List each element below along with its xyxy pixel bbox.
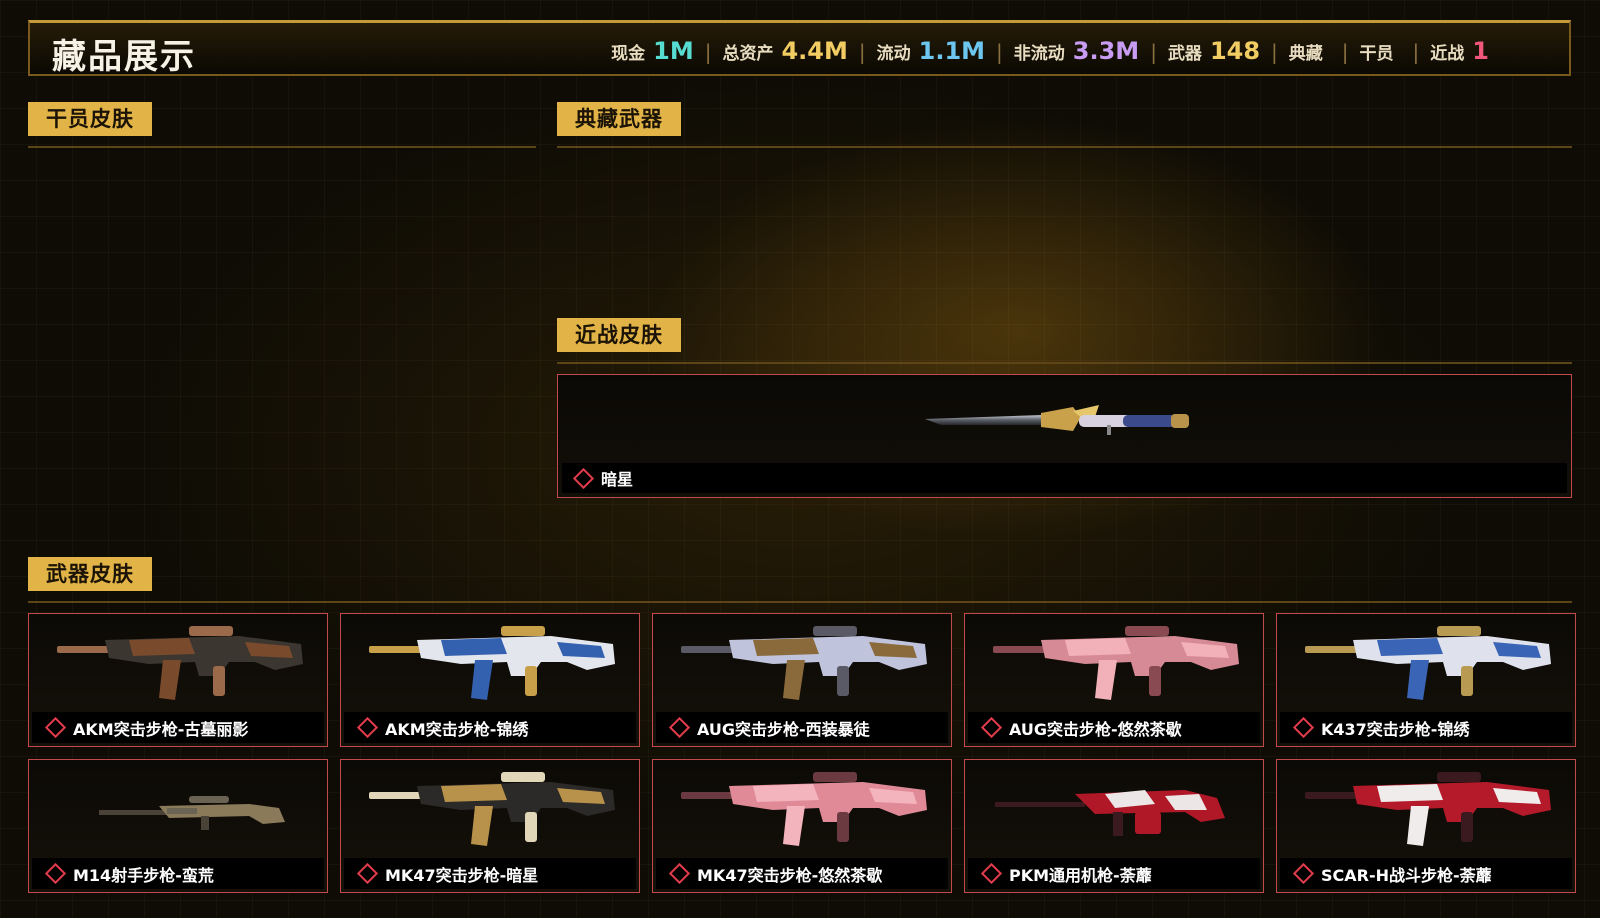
diamond-icon <box>356 716 379 739</box>
item-label: SCAR-H战斗步枪-荼蘼 <box>1280 858 1572 889</box>
stat-separator: | <box>1412 40 1420 64</box>
stat-value: 4.4M <box>781 37 848 65</box>
item-label: PKM通用机枪-荼蘼 <box>968 858 1260 889</box>
diamond-icon <box>572 467 595 489</box>
stat-separator: | <box>1341 40 1349 64</box>
weapon-skin-name: AKM突击步枪-锦绣 <box>385 719 529 739</box>
rifle-icon <box>681 626 927 700</box>
section-title-weapon-skins: 武器皮肤 <box>28 557 152 591</box>
divider <box>557 362 1572 364</box>
diamond-icon <box>44 862 67 885</box>
weapon-skin-card[interactable]: K437突击步枪-锦绣 <box>1276 613 1576 747</box>
weapon-skin-card[interactable]: AUG突击步枪-西装暴徒 <box>652 613 952 747</box>
page-title: 藏品展示 <box>52 37 196 77</box>
weapon-skin-card[interactable]: PKM通用机枪-荼蘼 <box>964 759 1264 893</box>
stat-value: 1.1M <box>918 37 986 65</box>
weapon-skin-card[interactable]: MK47突击步枪-暗星 <box>340 759 640 893</box>
weapon-skin-card[interactable]: M14射手步枪-蛮荒 <box>28 759 328 893</box>
diamond-icon <box>44 716 67 739</box>
item-label: M14射手步枪-蛮荒 <box>32 858 324 889</box>
stat-label: 武器 <box>1167 44 1202 64</box>
stats-bar: 现金 1M | 总资产 4.4M | 流动 1.1M | 非流动 3.3M | 武器 148 | 典藏 | 干员 |… <box>611 37 1489 65</box>
weapon-skin-card[interactable]: AUG突击步枪-悠然茶歇 <box>964 613 1264 747</box>
weapon-skin-name: AUG突击步枪-西装暴徒 <box>697 719 870 739</box>
section-title-collection-weapons: 典藏武器 <box>557 102 681 136</box>
machine-gun-icon <box>995 790 1225 836</box>
stat-value: 1 <box>1472 37 1489 65</box>
weapon-skin-card[interactable]: SCAR-H战斗步枪-荼蘼 <box>1276 759 1576 893</box>
stat-label: 非流动 <box>1013 44 1065 64</box>
knife-icon <box>925 405 1189 435</box>
sniper-rifle-icon <box>99 796 285 830</box>
weapon-skin-name: AUG突击步枪-悠然茶歇 <box>1009 719 1182 739</box>
stat-value: 1M <box>653 37 694 65</box>
melee-skin-card[interactable]: 暗星 <box>557 374 1572 498</box>
weapon-skin-name: MK47突击步枪-悠然茶歇 <box>697 865 883 885</box>
stat-separator: | <box>704 40 712 64</box>
weapon-skin-card[interactable]: AKM突击步枪-古墓丽影 <box>28 613 328 747</box>
item-label: 暗星 <box>562 463 1567 493</box>
diamond-icon <box>668 862 691 885</box>
weapon-skin-name: K437突击步枪-锦绣 <box>1321 719 1470 739</box>
divider <box>557 146 1572 148</box>
weapon-skin-card[interactable]: MK47突击步枪-悠然茶歇 <box>652 759 952 893</box>
weapon-skin-name: MK47突击步枪-暗星 <box>385 865 539 885</box>
diamond-icon <box>668 716 691 739</box>
stat-separator: | <box>858 40 866 64</box>
item-label: AKM突击步枪-古墓丽影 <box>32 712 324 743</box>
rifle-icon <box>993 626 1239 700</box>
item-label: MK47突击步枪-悠然茶歇 <box>656 858 948 889</box>
rifle-icon <box>57 626 303 700</box>
weapon-skin-name: AKM突击步枪-古墓丽影 <box>73 719 249 739</box>
section-title-melee-skins: 近战皮肤 <box>557 318 681 352</box>
item-label: K437突击步枪-锦绣 <box>1280 712 1572 743</box>
weapon-skin-name: PKM通用机枪-荼蘼 <box>1009 865 1152 885</box>
diamond-icon <box>980 862 1003 885</box>
item-label: AKM突击步枪-锦绣 <box>344 712 636 743</box>
weapon-skin-name: SCAR-H战斗步枪-荼蘼 <box>1321 865 1492 885</box>
stat-separator: | <box>1271 40 1278 64</box>
rifle-icon <box>681 772 927 846</box>
divider <box>28 146 536 148</box>
rifle-icon <box>1305 626 1551 700</box>
stat-value: 148 <box>1209 37 1261 65</box>
item-label: MK47突击步枪-暗星 <box>344 858 636 889</box>
rifle-icon <box>369 626 615 700</box>
divider <box>28 601 1572 603</box>
diamond-icon <box>980 716 1003 739</box>
stat-label: 干员 <box>1359 44 1394 64</box>
item-label: AUG突击步枪-西装暴徒 <box>656 712 948 743</box>
stat-label: 典藏 <box>1288 44 1323 64</box>
stat-label: 近战 <box>1430 44 1465 64</box>
weapon-skin-name: M14射手步枪-蛮荒 <box>73 865 214 885</box>
stat-label: 流动 <box>876 44 911 64</box>
stat-separator: | <box>996 40 1003 64</box>
rifle-icon <box>1305 772 1551 846</box>
stat-value: 3.3M <box>1072 37 1140 65</box>
stat-separator: | <box>1150 40 1157 64</box>
diamond-icon <box>1292 716 1315 739</box>
header-bar: 藏品展示 现金 1M | 总资产 4.4M | 流动 1.1M | 非流动 3.3M | 武器 148 | 典… <box>28 20 1571 77</box>
stat-label: 总资产 <box>722 44 774 64</box>
diamond-icon <box>356 862 379 885</box>
diamond-icon <box>1292 862 1315 885</box>
stat-label: 现金 <box>611 44 646 64</box>
section-title-operator-skins: 干员皮肤 <box>28 102 152 136</box>
weapon-skin-card[interactable]: AKM突击步枪-锦绣 <box>340 613 640 747</box>
item-label: AUG突击步枪-悠然茶歇 <box>968 712 1260 743</box>
melee-skin-name: 暗星 <box>601 470 634 489</box>
rifle-icon <box>369 772 615 846</box>
